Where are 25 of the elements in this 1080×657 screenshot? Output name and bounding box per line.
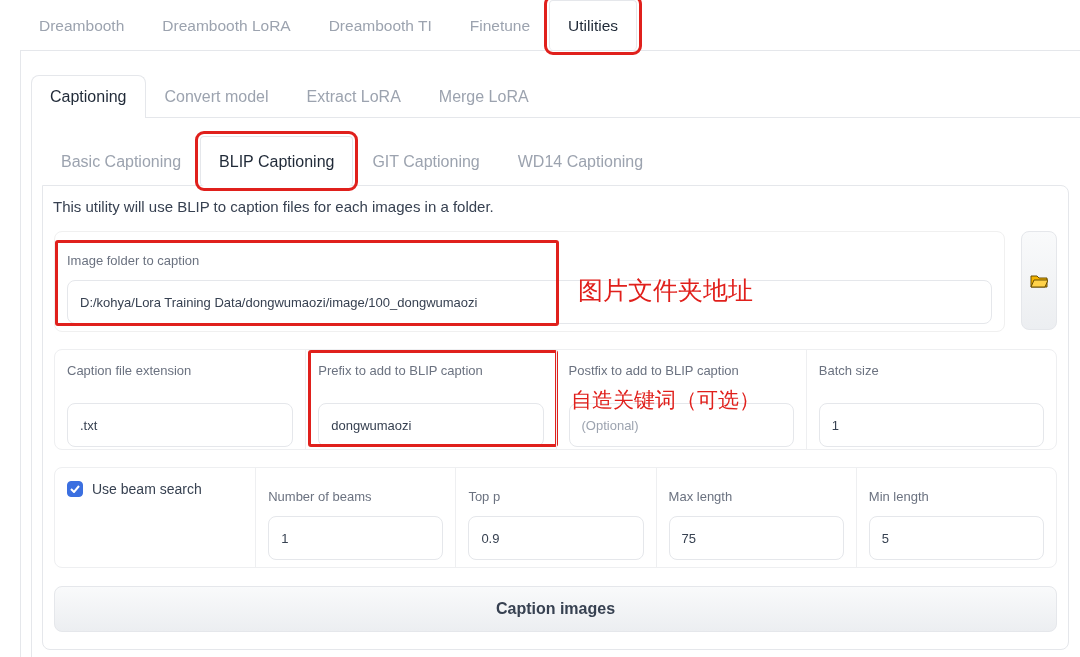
- checkbox-label: Use beam search: [92, 481, 202, 497]
- field-label: Number of beams: [268, 489, 373, 504]
- input-field[interactable]: 75: [668, 516, 844, 560]
- field-label: Top p: [468, 489, 502, 504]
- field-label: Batch size: [818, 363, 880, 378]
- field-label: Max length: [668, 489, 734, 504]
- annotation-text: 图片文件夹地址: [578, 278, 753, 303]
- field-label: Prefix to add to BLIP caption: [318, 363, 484, 378]
- checkbox[interactable]: [67, 481, 83, 497]
- input-field[interactable]: 0.9: [468, 516, 644, 560]
- field-label: Caption file extension: [67, 363, 193, 378]
- input-field[interactable]: 5: [868, 516, 1044, 560]
- tab[interactable]: Captioning: [31, 75, 146, 118]
- input-field[interactable]: dongwumaozi: [318, 403, 544, 447]
- description-text: This utility will use BLIP to caption files for each images in a folder.: [53, 198, 495, 215]
- input-field[interactable]: .txt: [67, 403, 294, 447]
- caption-images-button[interactable]: Caption images: [54, 586, 1057, 632]
- input-field[interactable]: 1: [818, 403, 1044, 447]
- field-label: Image folder to caption: [67, 253, 201, 268]
- input-field[interactable]: 1: [268, 516, 444, 560]
- field-label: Postfix to add to BLIP caption: [568, 363, 740, 378]
- check-icon: [70, 485, 80, 493]
- folder-icon: [1030, 273, 1048, 288]
- field-label: Min length: [868, 489, 930, 504]
- folder-button[interactable]: [1021, 231, 1057, 330]
